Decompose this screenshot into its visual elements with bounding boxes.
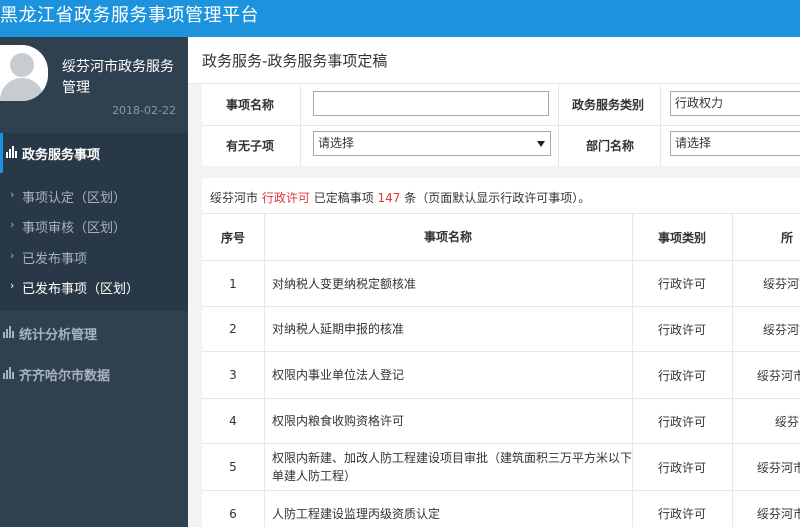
row-number: 5 (229, 460, 237, 474)
dept-select[interactable]: 请选择 (670, 131, 800, 156)
sidebar-subitem-label: 事项认定（区划） (22, 191, 127, 206)
service-type-input[interactable]: 行政权力 (670, 91, 800, 116)
row-type: 行政许可 (657, 322, 706, 337)
summary-text: 绥芬河市 行政许可 已定稿事项 147 条（页面默认显示行政许可事项）。 (210, 189, 590, 206)
chevron-right-icon: › (10, 188, 15, 201)
row-type: 行政许可 (657, 277, 706, 291)
table-row[interactable]: 2 对纳税人延期申报的核准 行政许可 绥芬河市 (202, 307, 800, 352)
sidebar-subitem-label: 事项审核（区划） (22, 221, 127, 236)
bar-chart-icon (3, 326, 15, 342)
summary-count: 147 (377, 191, 401, 205)
sidebar-item-statistics[interactable]: 统计分析管理 (0, 313, 188, 353)
service-type-label: 政务服务类别 (572, 98, 645, 112)
summary-mid: 已定稿事项 (313, 191, 374, 205)
row-number: 3 (229, 368, 237, 382)
row-type: 行政许可 (657, 507, 706, 521)
row-number: 4 (229, 414, 237, 428)
divider (202, 125, 800, 126)
filter-form: 事项名称 政务服务类别 行政权力 有无子项 请选择 部门名称 请选择 (202, 84, 800, 166)
user-date: 2018-02-22 (112, 104, 176, 117)
row-type: 行政许可 (657, 460, 706, 475)
chevron-right-icon: › (10, 279, 15, 292)
page-header: 政务服务-政务服务事项定稿 (188, 37, 800, 84)
table-header-cell: 序号 (220, 230, 245, 245)
row-number: 1 (229, 276, 237, 291)
sidebar-subitem-confirm[interactable]: › 事项认定（区划） (0, 183, 188, 211)
table-header-cell: 事项名称 (423, 230, 472, 244)
row-dept: 绥芬河市 (762, 322, 800, 337)
has-child-select[interactable]: 请选择 (313, 131, 551, 156)
app-title: 黑龙江省政务服务事项管理平台 (0, 5, 259, 26)
table-row[interactable]: 5 权限内新建、加改人防工程建设项目审批（建筑面积三万平方米以下单建人防工程） … (202, 444, 800, 491)
summary-type: 行政许可 (261, 191, 310, 205)
has-child-label: 有无子项 (226, 139, 275, 153)
dept-label: 部门名称 (586, 139, 635, 153)
row-dept: 绥芬河市机 (756, 368, 800, 383)
summary-tail: 条（页面默认显示行政许可事项）。 (404, 191, 591, 205)
table-row[interactable]: 1 对纳税人变更纳税定额核准 行政许可 绥芬河市 (202, 261, 800, 307)
sidebar-item-label: 政务服务事项 (22, 148, 101, 163)
table-row[interactable]: 6 人防工程建设监理丙级资质认定 行政许可 绥芬河市住 (202, 491, 800, 527)
row-dept: 绥芬 (774, 414, 799, 429)
user-profile: 绥芬河市政务服务管理 2018-02-22 (0, 37, 188, 124)
sidebar-subitem-published[interactable]: › 已发布事项 (0, 244, 188, 272)
sidebar-subitem-published-region[interactable]: › 已发布事项（区划） (0, 274, 188, 302)
table-row[interactable]: 4 权限内粮食收购资格许可 行政许可 绥芬 (202, 399, 800, 444)
row-type: 行政许可 (657, 414, 706, 429)
has-child-select-value: 请选择 (318, 136, 355, 150)
bar-chart-icon (6, 146, 18, 162)
table-header-row: 序号 事项名称 事项类别 所 (202, 214, 800, 261)
item-name-input[interactable] (313, 91, 549, 116)
caret-down-icon (537, 141, 545, 147)
summary-bar: 绥芬河市 行政许可 已定稿事项 147 条（页面默认显示行政许可事项）。 (202, 178, 800, 214)
row-name: 对纳税人变更纳税定额核准 (272, 276, 417, 291)
chevron-right-icon: › (10, 249, 15, 262)
dept-select-value: 请选择 (675, 136, 712, 150)
row-name: 权限内新建、加改人防工程建设项目审批（建筑面积三万平方米以下单建人防工程） (272, 451, 633, 483)
row-name: 对纳税人延期申报的核准 (272, 322, 405, 336)
page-title: 政务服务-政务服务事项定稿 (202, 52, 388, 70)
chevron-right-icon: › (10, 218, 15, 231)
bar-chart-icon (3, 367, 15, 383)
top-bar: 黑龙江省政务服务事项管理平台 (0, 0, 800, 37)
sidebar-item-service-items[interactable]: 政务服务事项 (0, 133, 188, 173)
avatar-head (10, 53, 34, 77)
sidebar-subitem-review[interactable]: › 事项审核（区划） (0, 213, 188, 241)
sidebar-item-label: 统计分析管理 (19, 328, 98, 343)
row-dept: 绥芬河市住 (756, 507, 800, 521)
sidebar-item-label: 齐齐哈尔市数据 (19, 369, 111, 384)
row-number: 2 (229, 322, 237, 336)
row-name: 权限内粮食收购资格许可 (272, 414, 405, 428)
sidebar-subitem-label: 已发布事项（区划） (22, 282, 140, 297)
row-name: 权限内事业单位法人登记 (272, 368, 405, 382)
sidebar-submenu: › 事项认定（区划） › 事项审核（区划） › 已发布事项 › 已发布事项（区划… (0, 173, 188, 311)
sidebar-item-qiqihar-data[interactable]: 齐齐哈尔市数据 (0, 354, 188, 394)
user-name: 绥芬河市政务服务管理 (62, 59, 174, 96)
summary-city: 绥芬河市 (210, 191, 259, 205)
items-table: 序号 事项名称 事项类别 所 1 对纳税人变更纳税定额核准 行政许可 绥芬河市 … (202, 214, 800, 527)
row-type: 行政许可 (657, 368, 706, 383)
table-header-cell: 所 (780, 230, 793, 245)
sidebar-subitem-label: 已发布事项 (22, 252, 88, 267)
avatar[interactable] (0, 45, 48, 101)
row-dept: 绥芬河市 (762, 277, 800, 291)
table-row[interactable]: 3 权限内事业单位法人登记 行政许可 绥芬河市机 (202, 352, 800, 399)
item-name-label: 事项名称 (226, 98, 275, 112)
avatar-body (0, 78, 44, 101)
row-number: 6 (229, 506, 237, 521)
row-dept: 绥芬河市住 (756, 460, 800, 475)
table-header-cell: 事项类别 (657, 230, 706, 245)
row-name: 人防工程建设监理丙级资质认定 (272, 506, 441, 521)
sidebar: 绥芬河市政务服务管理 2018-02-22 政务服务事项 › 事项认定（区划） … (0, 37, 188, 527)
